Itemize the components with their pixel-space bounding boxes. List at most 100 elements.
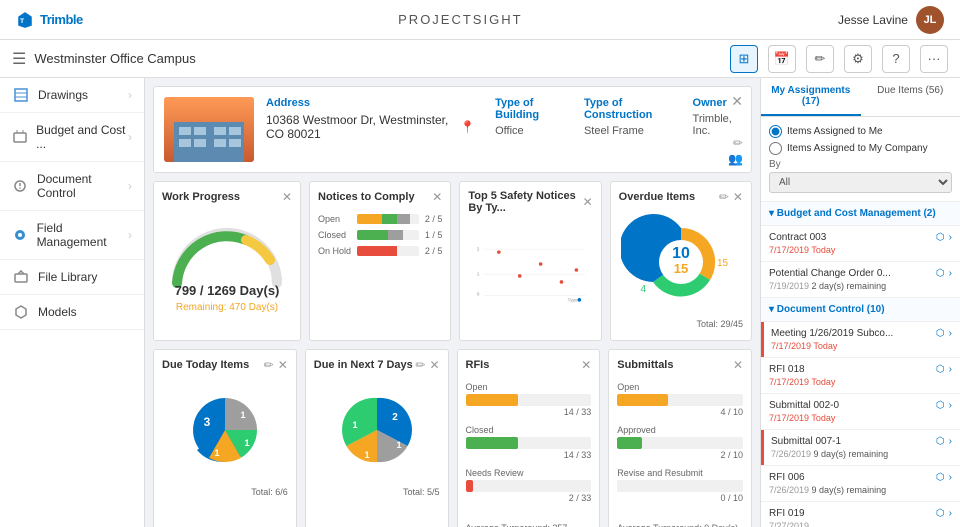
sidebar-item-drawings[interactable]: Drawings › <box>0 78 144 113</box>
due-7days-close-button[interactable]: ✕ <box>429 358 439 372</box>
sub-header: ☰ Westminster Office Campus ⊞ 📅 ✏ ⚙ ? ··… <box>0 40 960 78</box>
construction-type-col: Type of Construction Steel Frame <box>584 97 673 141</box>
rfi019-open-button[interactable]: ⬡ <box>936 508 945 519</box>
assignment-submittal-002: Submittal 002-0 ⬡ › 7/17/2019 Today <box>761 394 960 430</box>
widgets-grid-bottom: Due Today Items ✏ ✕ <box>153 349 752 527</box>
owner-value: Trimble, Inc. <box>693 113 741 137</box>
svg-text:2: 2 <box>477 246 480 252</box>
settings-button[interactable]: ⚙ <box>844 45 872 73</box>
due-today-title: Due Today Items <box>162 359 249 371</box>
sidebar-item-field[interactable]: Field Management › <box>0 211 144 260</box>
sidebar-item-models[interactable]: Models <box>0 295 144 330</box>
more-button[interactable]: ··· <box>920 45 948 73</box>
sidebar-item-documents[interactable]: Document Control › <box>0 162 144 211</box>
section-budget-cost[interactable]: ▾ Budget and Cost Management (2) <box>761 202 960 226</box>
meeting-open-button[interactable]: ⬡ <box>936 328 945 339</box>
pco-nav-button[interactable]: › <box>949 268 952 279</box>
sub-header-icons: ⊞ 📅 ✏ ⚙ ? ··· <box>730 45 948 73</box>
project-image <box>164 97 254 162</box>
overdue-items-widget: Overdue Items ✏ ✕ <box>610 181 752 341</box>
overdue-edit-button[interactable]: ✏ <box>719 190 729 204</box>
due-today-close-button[interactable]: ✕ <box>278 358 288 372</box>
gauge-chart <box>162 218 292 288</box>
by-select[interactable]: All <box>769 172 952 193</box>
rfi006-nav-button[interactable]: › <box>949 472 952 483</box>
tab-my-assignments[interactable]: My Assignments (17) <box>761 78 861 116</box>
logo: T Trimble <box>16 11 83 29</box>
project-info-people-button[interactable]: 👥 <box>728 152 743 166</box>
project-info-close-button[interactable]: ✕ <box>731 93 743 110</box>
sidebar-item-budget[interactable]: Budget and Cost ... › <box>0 113 144 162</box>
address-label: Address <box>266 97 475 109</box>
edit-button[interactable]: ✏ <box>806 45 834 73</box>
building-type-col: Type of Building Office <box>495 97 564 141</box>
rfis-bar-chart: Open 14 / 33 Closed 14 / 33 <box>466 378 592 515</box>
svg-text:1: 1 <box>396 440 401 450</box>
safety-title: Top 5 Safety Notices By Ty... <box>468 190 582 214</box>
project-thumbnail <box>164 97 254 162</box>
widgets-grid-top: Work Progress ✕ 799 / 126 <box>153 181 752 341</box>
library-label: File Library <box>38 270 97 284</box>
budget-chevron: › <box>128 130 132 144</box>
by-label: By <box>769 159 952 170</box>
radio-assigned-to-me[interactable] <box>769 125 782 138</box>
tab-due-items[interactable]: Due Items (56) <box>861 78 960 116</box>
assignment-contract-003: Contract 003 ⬡ › 7/17/2019 Today <box>761 226 960 262</box>
budget-label: Budget and Cost ... <box>36 123 128 151</box>
safety-close-button[interactable]: ✕ <box>583 195 593 209</box>
rfis-turnaround: Average Turnaround: 257 Day(s) <box>466 523 592 527</box>
main-container: Drawings › Budget and Cost ... › Documen… <box>0 78 960 527</box>
library-icon <box>12 270 30 284</box>
address-col: Address 10368 Westmoor Dr, Westminster, … <box>266 97 475 141</box>
work-progress-widget: Work Progress ✕ 799 / 126 <box>153 181 301 341</box>
drawings-icon <box>12 88 30 102</box>
right-panel-tabs: My Assignments (17) Due Items (56) <box>761 78 960 117</box>
safety-notices-widget: Top 5 Safety Notices By Ty... ✕ 2 1 0 <box>459 181 601 341</box>
avatar: JL <box>916 6 944 34</box>
rfis-title: RFIs <box>466 359 490 371</box>
overdue-title: Overdue Items <box>619 191 695 203</box>
sub007-nav-button[interactable]: › <box>949 436 952 447</box>
sidebar-item-library[interactable]: File Library <box>0 260 144 295</box>
pco-open-button[interactable]: ⬡ <box>936 268 945 279</box>
submittals-bar-chart: Open 4 / 10 Approved 2 / 10 <box>617 378 743 515</box>
sub002-open-button[interactable]: ⬡ <box>936 400 945 411</box>
project-name: Westminster Office Campus <box>34 51 195 66</box>
construction-type-value: Steel Frame <box>584 125 673 137</box>
due-today-total: Total: 6/6 <box>162 487 288 497</box>
calendar-button[interactable]: 📅 <box>768 45 796 73</box>
overdue-total: Total: 29/45 <box>619 319 743 329</box>
submittals-close-button[interactable]: ✕ <box>733 358 743 372</box>
submittals-turnaround: Average Turnaround: 0 Day(s) <box>617 523 743 527</box>
hamburger-icon[interactable]: ☰ <box>12 49 26 69</box>
meeting-nav-button[interactable]: › <box>949 328 952 339</box>
contract-003-nav-button[interactable]: › <box>949 232 952 243</box>
sub002-nav-button[interactable]: › <box>949 400 952 411</box>
rfi006-open-button[interactable]: ⬡ <box>936 472 945 483</box>
address-value: 10368 Westmoor Dr, Westminster, CO 80021 <box>266 113 456 141</box>
rfi018-open-button[interactable]: ⬡ <box>936 364 945 375</box>
field-label: Field Management <box>37 221 128 249</box>
overdue-donut-container: 10 15 15 4 <box>619 210 743 315</box>
notices-to-comply-widget: Notices to Comply ✕ Open <box>309 181 451 341</box>
svg-text:1: 1 <box>352 420 357 430</box>
radio-assigned-to-company[interactable] <box>769 142 782 155</box>
grid-view-button[interactable]: ⊞ <box>730 45 758 73</box>
sub007-open-button[interactable]: ⬡ <box>936 436 945 447</box>
section-document-control[interactable]: ▾ Document Control (10) <box>761 298 960 322</box>
rfi018-nav-button[interactable]: › <box>949 364 952 375</box>
notices-close-button[interactable]: ✕ <box>432 190 442 204</box>
overdue-close-button[interactable]: ✕ <box>733 190 743 204</box>
overdue-donut-chart: 10 15 15 4 <box>621 210 741 315</box>
svg-text:4: 4 <box>640 284 646 295</box>
user-name: Jesse Lavine <box>838 13 908 27</box>
contract-003-open-button[interactable]: ⬡ <box>936 232 945 243</box>
project-info-edit-button[interactable]: ✏ <box>733 136 743 150</box>
due-today-edit-button[interactable]: ✏ <box>264 358 274 372</box>
work-progress-close-button[interactable]: ✕ <box>282 190 292 204</box>
red-bar-indicator <box>761 322 764 357</box>
rfis-close-button[interactable]: ✕ <box>581 358 591 372</box>
rfi019-nav-button[interactable]: › <box>949 508 952 519</box>
due-7days-edit-button[interactable]: ✏ <box>415 358 425 372</box>
help-button[interactable]: ? <box>882 45 910 73</box>
